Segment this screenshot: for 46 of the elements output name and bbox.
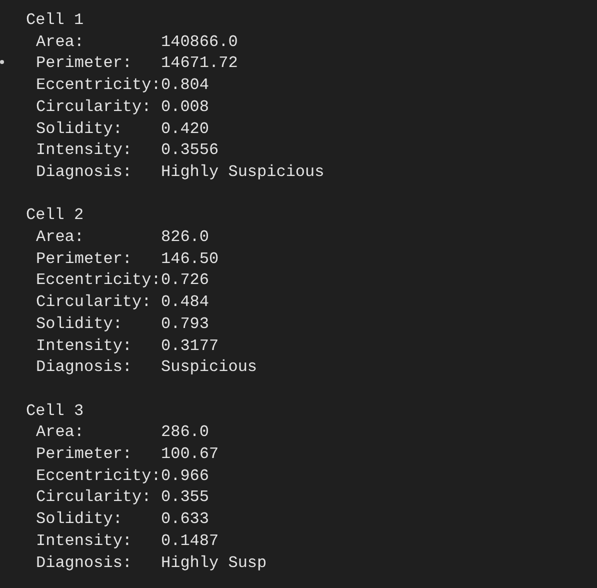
field-label: Area: [36,227,86,248]
field-value: 0.793 [161,314,210,335]
field-value: 0.008 [161,96,210,118]
field-value: 826.0 [161,227,210,248]
field-label: Area: [36,32,86,53]
field-value: 146.50 [161,248,219,270]
field-value: 100.67 [161,444,219,466]
field-value: 0.633 [161,509,210,530]
field-value: 0.420 [161,118,210,140]
field-value: 0.726 [161,270,210,292]
cell-title: Cell 1 [26,10,84,31]
field-label: Eccentricity: [36,466,161,487]
field-label: Perimeter: [36,53,134,74]
field-label: Perimeter: [36,248,134,270]
field-value: 0.3177 [161,336,219,357]
field-label: Perimeter: [36,444,134,466]
field-label: Area: [36,422,86,444]
field-label: Circularity: [36,292,152,314]
field-value: 0.1487 [161,530,219,552]
field-label: Solidity: [36,314,124,335]
field-value: 140866.0 [161,32,238,53]
field-label: Diagnosis: [36,162,134,183]
field-value: 14671.72 [161,53,238,74]
field-label: Eccentricity: [36,75,161,96]
cell-title: Cell 3 [26,400,84,422]
field-value: Suspicious [161,357,258,378]
field-value: 0.355 [161,487,210,508]
field-value: 286.0 [161,422,210,444]
field-label: Diagnosis: [36,552,134,574]
field-label: Solidity: [36,509,124,530]
field-value: 0.966 [161,466,210,487]
field-label: Intensity: [36,530,134,552]
field-label: Intensity: [36,336,134,357]
field-label: Intensity: [36,140,134,162]
bullet-icon [0,60,4,64]
field-label: Eccentricity: [36,270,161,292]
field-value: 0.3556 [161,140,219,162]
cell-title: Cell 2 [26,205,84,226]
field-value: 0.484 [161,292,210,314]
field-label: Solidity: [36,118,124,140]
field-value: 0.804 [161,75,210,96]
field-label: Circularity: [36,487,152,508]
field-label: Diagnosis: [36,357,134,378]
field-value: Highly Suspicious [161,162,324,183]
field-label: Circularity: [36,96,152,118]
field-value: Highly Susp [161,552,267,574]
